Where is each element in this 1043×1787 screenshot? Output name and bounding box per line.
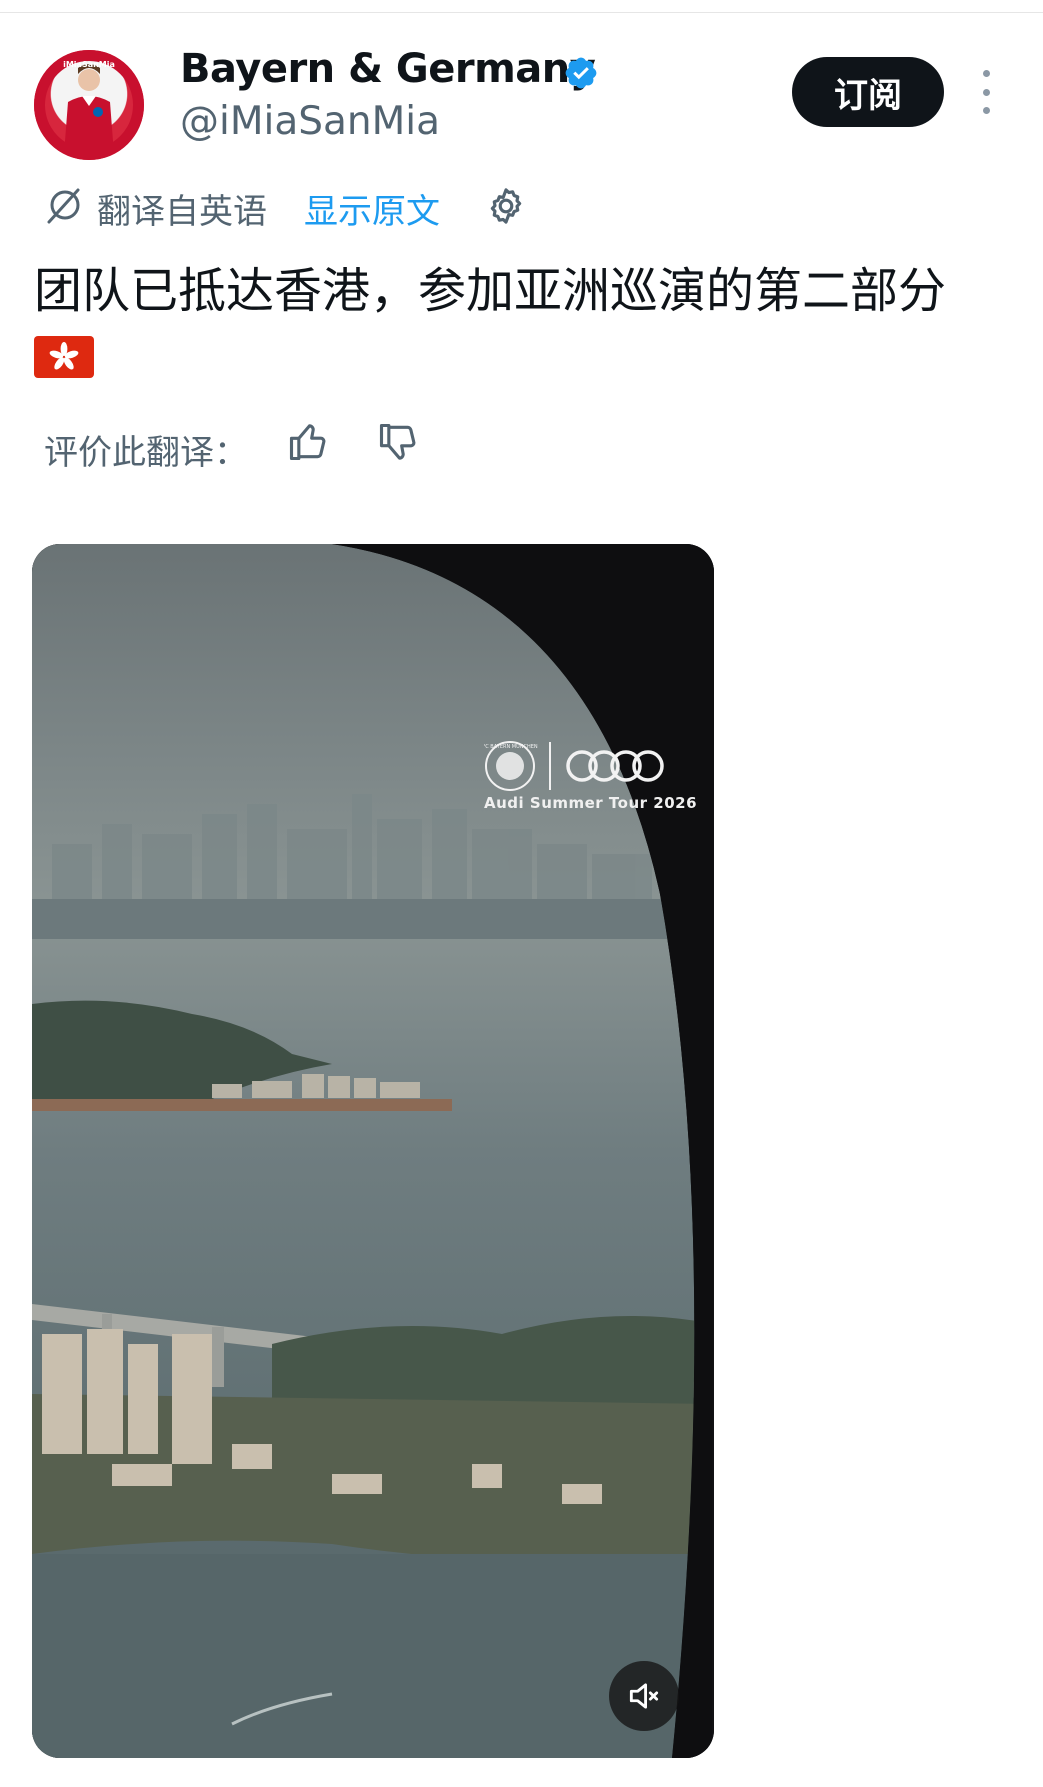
bayern-logo-text: FC BAYERN MÜNCHEN [484,743,538,750]
rate-translation-label: 评价此翻译： [44,433,248,473]
mute-button[interactable] [609,1661,679,1731]
tweet-text: 团队已抵达香港，参加亚洲巡演的第二部分 [34,263,947,319]
gear-icon[interactable] [485,185,527,227]
bayern-audi-logo: FC BAYERN MÜNCHEN [484,741,664,791]
author-avatar[interactable]: iMiaSanMia [34,50,144,160]
video-player[interactable]: FC BAYERN MÜNCHEN Audi Summer Tour 2026 [32,544,714,1758]
author-display-name[interactable]: Bayern & Germany [180,46,596,92]
show-original-link[interactable]: 显示原文 [304,184,440,233]
author-handle[interactable]: @iMiaSanMia [180,99,440,144]
thumbs-down-icon[interactable] [376,420,420,464]
translated-from-label: 翻译自英语 [97,192,267,232]
avatar-ring-text: iMiaSanMia [63,60,115,69]
top-divider [0,0,1043,13]
more-dot [982,88,990,96]
hong-kong-flag-emoji [34,336,94,378]
translate-icon [47,188,80,224]
more-dot [982,107,990,114]
avatar-image: iMiaSanMia [35,51,143,159]
thumbs-up-icon[interactable] [286,420,330,464]
more-vertical-icon[interactable] [976,70,996,114]
video-frame-image [32,544,714,1758]
tour-caption: Audi Summer Tour 2026 [484,794,698,812]
more-dot [982,70,990,77]
volume-muted-icon [629,1683,659,1709]
subscribe-button[interactable]: 订阅 [792,57,944,127]
verified-check-icon [565,57,597,89]
